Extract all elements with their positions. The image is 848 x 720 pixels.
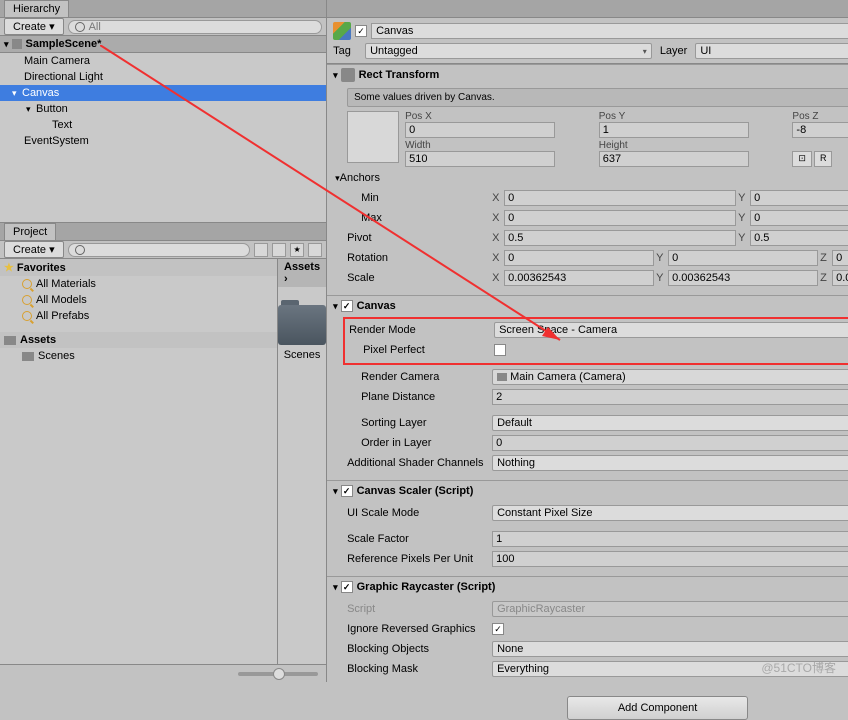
favorite-all-materials[interactable]: All Materials [0, 276, 277, 292]
raycaster-enabled-checkbox[interactable]: ✓ [341, 581, 353, 593]
anchor-max-x[interactable] [504, 210, 736, 226]
ignore-reversed-checkbox[interactable]: ✓ [492, 623, 504, 635]
assets-breadcrumb[interactable]: Assets › [278, 259, 326, 287]
hierarchy-item-directional-light[interactable]: Directional Light [0, 69, 326, 85]
canvas-enabled-checkbox[interactable]: ✓ [341, 300, 353, 312]
hierarchy-item-canvas[interactable]: ▾Canvas [0, 85, 326, 101]
rect-transform-header[interactable]: ▾Rect Transform?⚙ [327, 65, 848, 85]
anchor-preset-button[interactable] [347, 111, 399, 163]
pivot-y[interactable] [750, 230, 848, 246]
canvas-component-header[interactable]: ▾✓Canvas?⚙ [327, 296, 848, 316]
folder-icon [278, 305, 326, 345]
hierarchy-item-eventsystem[interactable]: EventSystem [0, 133, 326, 149]
shader-channels-dropdown[interactable]: Nothing [492, 455, 848, 471]
fold-icon[interactable]: ▾ [12, 88, 22, 99]
save-icon[interactable] [308, 243, 322, 257]
scale-x[interactable] [504, 270, 654, 286]
scale-factor-field[interactable] [492, 531, 848, 547]
scene-icon [12, 39, 22, 49]
scene-header[interactable]: SampleScene* [0, 36, 326, 53]
ui-scale-mode-dropdown[interactable]: Constant Pixel Size [492, 505, 848, 521]
favorite-all-models[interactable]: All Models [0, 292, 277, 308]
rect-transform-icon [341, 68, 355, 82]
rot-x[interactable] [504, 250, 654, 266]
folder-icon [4, 336, 16, 345]
tag-label: Tag [333, 45, 361, 57]
raw-button[interactable]: R [814, 151, 833, 167]
search-icon [22, 279, 32, 289]
canvas-scaler-header[interactable]: ▾✓Canvas Scaler (Script)?⚙ [327, 481, 848, 501]
scale-z[interactable] [832, 270, 848, 286]
tag-dropdown[interactable]: Untagged [365, 43, 652, 59]
search-icon [22, 311, 32, 321]
graphic-raycaster-header[interactable]: ▾✓Graphic Raycaster (Script)?⚙ [327, 577, 848, 597]
watermark: @51CTO博客 [761, 659, 836, 676]
pivot-x[interactable] [504, 230, 736, 246]
width-field[interactable] [405, 151, 555, 167]
render-mode-dropdown[interactable]: Screen Space - Camera [494, 322, 848, 338]
folder-icon [22, 352, 34, 361]
star-icon[interactable]: ★ [290, 243, 304, 257]
assets-folder[interactable]: Assets [0, 332, 277, 348]
blueprint-button[interactable]: ⊡ [792, 151, 812, 167]
anchor-min-x[interactable] [504, 190, 736, 206]
object-name-field[interactable] [371, 23, 848, 39]
favorite-all-prefabs[interactable]: All Prefabs [0, 308, 277, 324]
scaler-enabled-checkbox[interactable]: ✓ [341, 485, 353, 497]
project-tab[interactable]: Project [4, 223, 56, 240]
rot-z[interactable] [832, 250, 848, 266]
scale-y[interactable] [668, 270, 818, 286]
favorites-header[interactable]: ★Favorites [0, 259, 277, 276]
plane-distance-field[interactable] [492, 389, 848, 405]
layer-dropdown[interactable]: UI [695, 43, 848, 59]
hierarchy-item-text[interactable]: Text [0, 117, 326, 133]
posy-field[interactable] [599, 122, 749, 138]
thumbnail-size-slider[interactable] [238, 672, 318, 676]
filter-icon[interactable] [272, 243, 286, 257]
hierarchy-item-main-camera[interactable]: Main Camera [0, 53, 326, 69]
hierarchy-search-input[interactable]: All [68, 20, 322, 34]
add-component-button[interactable]: Add Component [567, 696, 749, 720]
active-checkbox[interactable]: ✓ [355, 25, 367, 37]
project-search-input[interactable] [68, 243, 250, 257]
hierarchy-item-button[interactable]: ▾Button [0, 101, 326, 117]
ref-pixels-field[interactable] [492, 551, 848, 567]
scenes-folder-item[interactable]: Scenes [278, 305, 326, 361]
hierarchy-create-button[interactable]: Create ▾ [4, 18, 64, 35]
anchor-min-y[interactable] [750, 190, 848, 206]
search-icon [22, 295, 32, 305]
pixel-perfect-checkbox[interactable] [494, 344, 506, 356]
layer-label: Layer [656, 45, 692, 57]
star-icon: ★ [4, 261, 14, 274]
height-field[interactable] [599, 151, 749, 167]
filter-icon[interactable] [254, 243, 268, 257]
rot-y[interactable] [668, 250, 818, 266]
driven-info: Some values driven by Canvas. [347, 88, 848, 107]
posx-field[interactable] [405, 122, 555, 138]
hierarchy-tab[interactable]: Hierarchy [4, 0, 69, 17]
gameobject-icon [333, 22, 351, 40]
script-field: GraphicRaycaster [492, 601, 848, 617]
fold-icon[interactable]: ▾ [26, 104, 36, 115]
project-create-button[interactable]: Create ▾ [4, 241, 64, 258]
scenes-folder[interactable]: Scenes [0, 348, 277, 364]
posz-field[interactable] [792, 122, 848, 138]
camera-icon [497, 373, 507, 381]
render-camera-field[interactable]: Main Camera (Camera) [492, 369, 848, 385]
order-in-layer-field[interactable] [492, 435, 848, 451]
blocking-objects-dropdown[interactable]: None [492, 641, 848, 657]
anchor-max-y[interactable] [750, 210, 848, 226]
sorting-layer-dropdown[interactable]: Default [492, 415, 848, 431]
